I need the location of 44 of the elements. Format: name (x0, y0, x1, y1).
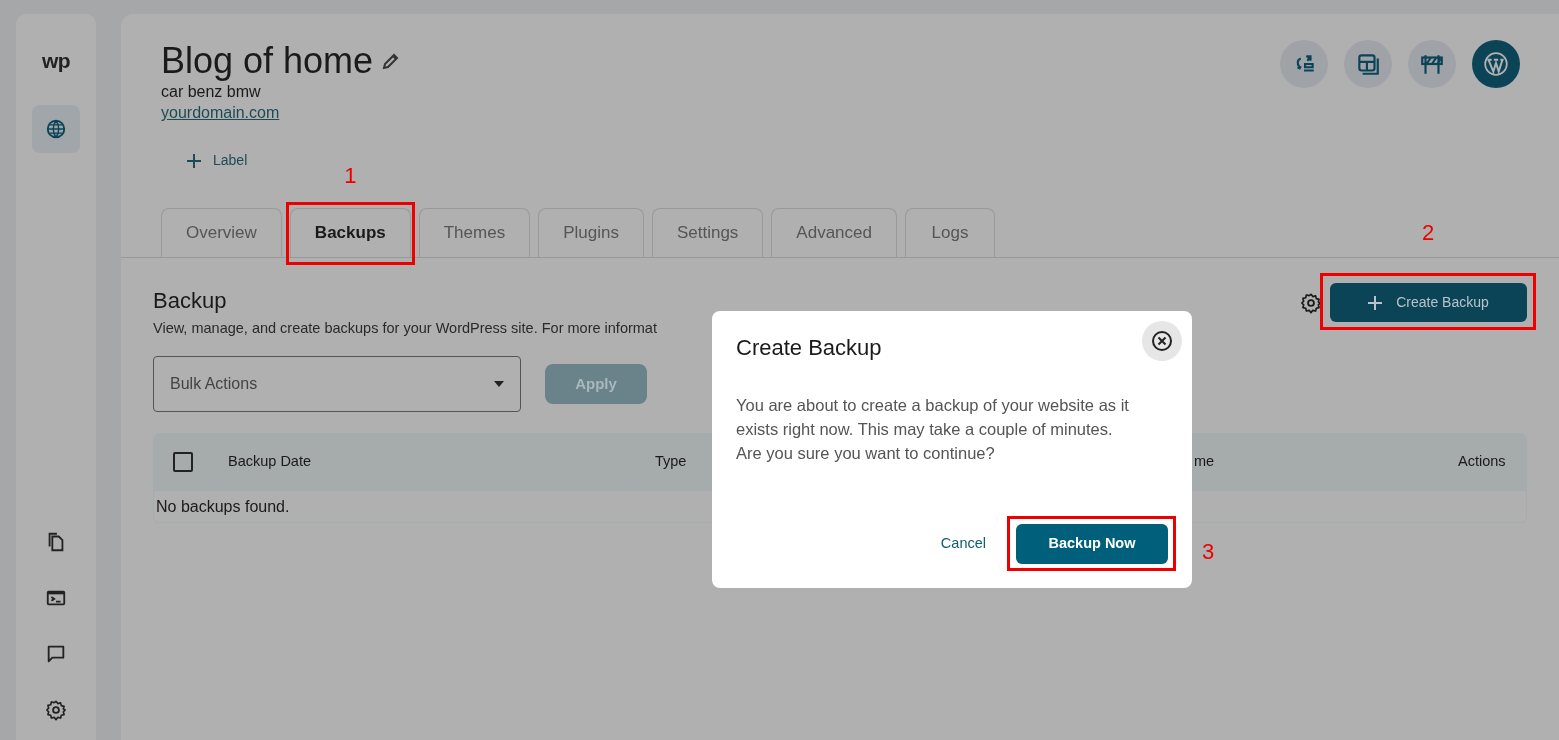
settings-icon (45, 699, 67, 721)
tab[interactable]: Advanced (771, 208, 897, 257)
tab[interactable]: Logs (905, 208, 995, 257)
tab[interactable]: Settings (651, 208, 764, 257)
dialog-message: You are about to create a backup of your website as it exists right now. This may take a couple of minutes. Are you sure you want to continue? (736, 395, 1130, 464)
column-header: me (1194, 451, 1215, 471)
domain-link[interactable]: yourdomain.com (161, 104, 280, 121)
add-label-button[interactable]: Label (187, 150, 248, 171)
logo: wp (41, 50, 71, 71)
layout-icon (1355, 51, 1381, 77)
caret-icon (494, 380, 504, 387)
sidebar-button[interactable] (32, 105, 80, 153)
dialog-title: Create Backup (736, 335, 882, 361)
cancel-button[interactable]: Cancel (940, 533, 986, 555)
tab[interactable]: Themes (418, 208, 531, 257)
tab[interactable]: Backups (289, 208, 411, 257)
header-action-button[interactable] (1408, 40, 1456, 88)
close-button[interactable] (1142, 321, 1182, 361)
section-heading: Backup (153, 288, 228, 314)
globe-icon (45, 118, 67, 140)
site-subtitle: car benz bmw (161, 82, 262, 101)
plus-icon (1368, 295, 1383, 310)
section-description: View, manage, and create backups for your WordPress site. For more informat (153, 319, 657, 338)
column-header: Actions (1458, 451, 1506, 471)
header-action-button[interactable] (1472, 40, 1520, 88)
annotation-number: 3 (1202, 540, 1215, 564)
column-header: Type (655, 451, 687, 471)
annotation-number: 1 (344, 164, 357, 188)
settings-icon[interactable] (1300, 291, 1322, 314)
header-action-button[interactable] (1344, 40, 1392, 88)
close-icon (1151, 330, 1173, 352)
chat-icon (45, 643, 67, 665)
tab[interactable]: Overview (161, 208, 282, 257)
wordpress-icon (1483, 51, 1509, 77)
bulk-actions-select[interactable]: Bulk Actions (153, 355, 521, 412)
create-backup-button[interactable]: Create Backup (1330, 283, 1527, 322)
backup-now-button[interactable]: Backup Now (1016, 524, 1168, 564)
annotation-number: 2 (1422, 221, 1435, 245)
plus-icon (187, 153, 201, 168)
select-all-checkbox[interactable] (172, 451, 193, 472)
header-action-button[interactable] (1280, 40, 1328, 88)
column-header: Backup Date (228, 451, 312, 471)
tab[interactable]: Plugins (538, 208, 644, 257)
site-title: Blog of home (161, 40, 374, 82)
